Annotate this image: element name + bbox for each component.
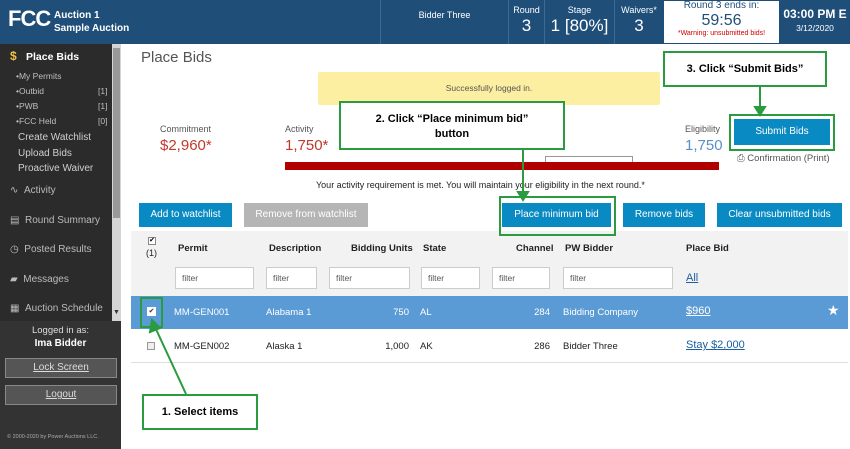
arrow-step1 (154, 326, 187, 395)
callout-step2-line2: button (434, 128, 470, 140)
highlight-submit (729, 114, 835, 151)
arrowhead-step3 (753, 106, 767, 117)
callout-step2: 2. Click “Place minimum bid” button (339, 101, 565, 150)
callout-step2-line1: 2. Click “Place minimum bid” (375, 113, 529, 125)
callout-step3: 3. Click “Submit Bids” (663, 51, 827, 87)
highlight-place-min (499, 196, 616, 236)
